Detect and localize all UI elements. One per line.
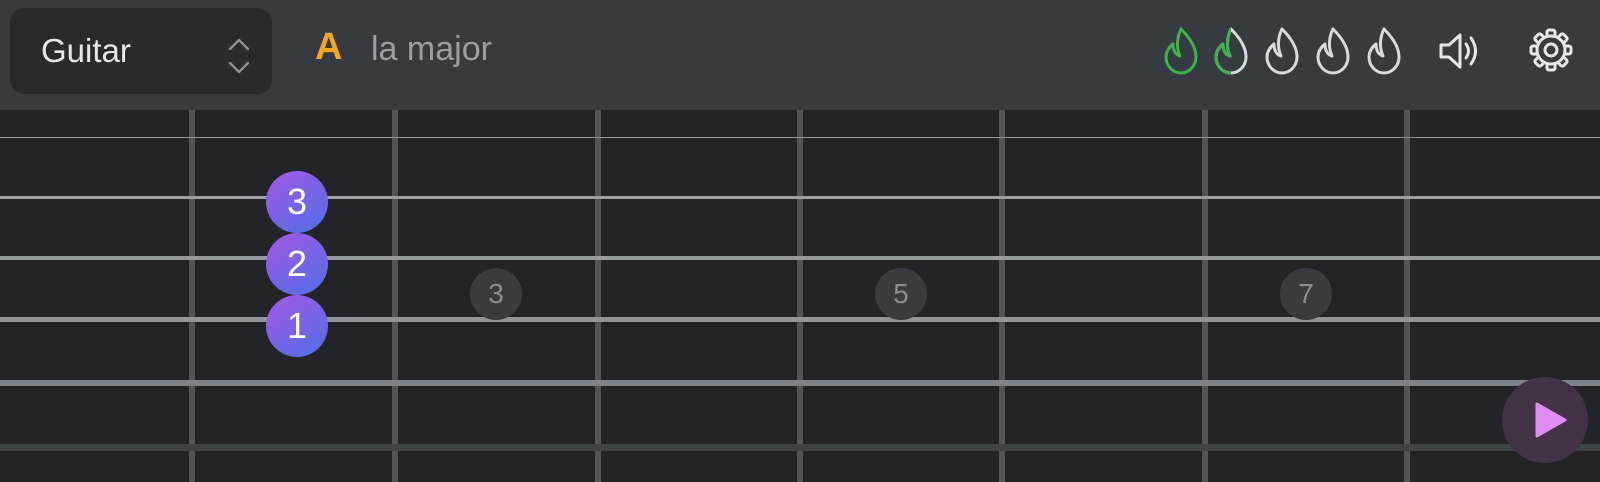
string — [0, 380, 1600, 386]
top-bar: Guitar A la major — [0, 0, 1600, 110]
fret-marker: 7 — [1280, 268, 1332, 320]
fret-marker: 3 — [470, 268, 522, 320]
fretboard: 3 5 7 3 2 1 — [0, 110, 1600, 482]
fret-wire — [1404, 110, 1410, 482]
finger-dot[interactable]: 1 — [266, 295, 328, 357]
string — [0, 196, 1600, 199]
finger-dot[interactable]: 2 — [266, 233, 328, 295]
chord-name: la major — [371, 30, 492, 68]
fret-wire — [595, 110, 601, 482]
instrument-label: Guitar — [41, 32, 131, 69]
flame-icon — [1164, 27, 1198, 75]
string — [0, 444, 1600, 451]
string — [0, 317, 1600, 322]
fret-wire — [392, 110, 398, 482]
play-icon — [1535, 402, 1567, 438]
chevron-up-down-icon — [228, 38, 250, 74]
fret-wire — [797, 110, 803, 482]
instrument-select[interactable]: Guitar — [10, 8, 272, 94]
fret-wire — [999, 110, 1005, 482]
string — [0, 137, 1600, 138]
speaker-icon[interactable] — [1436, 28, 1484, 74]
fret-marker: 5 — [875, 268, 927, 320]
string — [0, 256, 1600, 260]
fret-wire — [1202, 110, 1208, 482]
flame-icon — [1214, 27, 1248, 75]
flame-icon — [1367, 27, 1401, 75]
flame-icon — [1265, 27, 1299, 75]
gear-icon[interactable] — [1528, 27, 1574, 73]
play-button[interactable] — [1502, 377, 1588, 463]
fret-wire — [189, 110, 195, 482]
flame-icon — [1316, 27, 1350, 75]
finger-dot[interactable]: 3 — [266, 171, 328, 233]
chord-root: A — [315, 26, 343, 68]
